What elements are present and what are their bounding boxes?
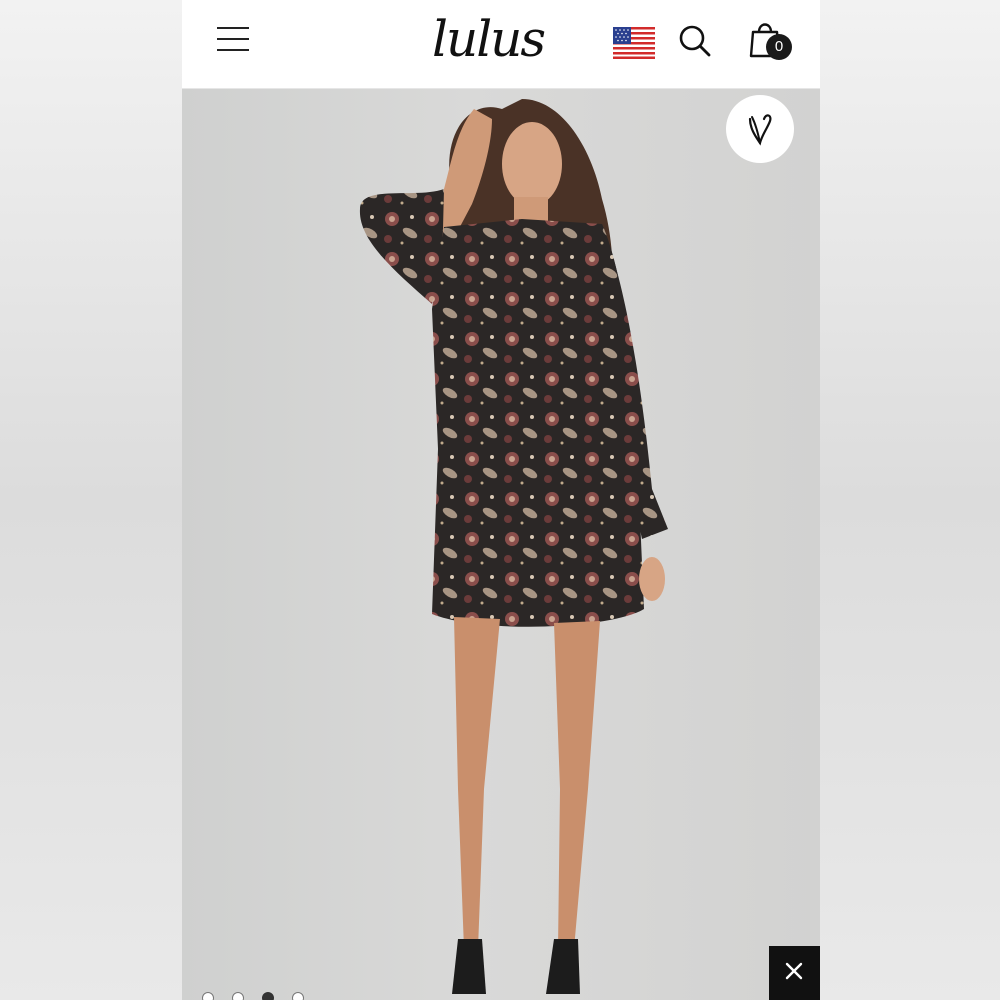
carousel-dot[interactable]: [232, 992, 244, 1000]
background-right: [820, 0, 1000, 1000]
carousel-dot-active[interactable]: [262, 992, 274, 1000]
model-photo: [359, 99, 668, 994]
hamburger-menu-icon[interactable]: [217, 27, 249, 51]
wishlist-button[interactable]: [726, 95, 794, 163]
search-icon[interactable]: [678, 24, 712, 58]
close-icon: [785, 962, 803, 980]
cart-count-badge: 0: [766, 34, 792, 60]
site-logo[interactable]: lulus: [432, 4, 572, 74]
carousel-dot[interactable]: [202, 992, 214, 1000]
product-image[interactable]: [182, 89, 820, 1000]
background-left: [0, 0, 182, 1000]
carousel-dot[interactable]: [292, 992, 304, 1000]
us-flag-icon[interactable]: [613, 27, 655, 59]
heart-icon: [748, 114, 772, 146]
close-button[interactable]: [769, 946, 820, 1000]
mobile-page: lulus 0: [182, 0, 820, 1000]
site-header: lulus 0: [182, 0, 820, 89]
carousel-indicators: [202, 992, 312, 1000]
